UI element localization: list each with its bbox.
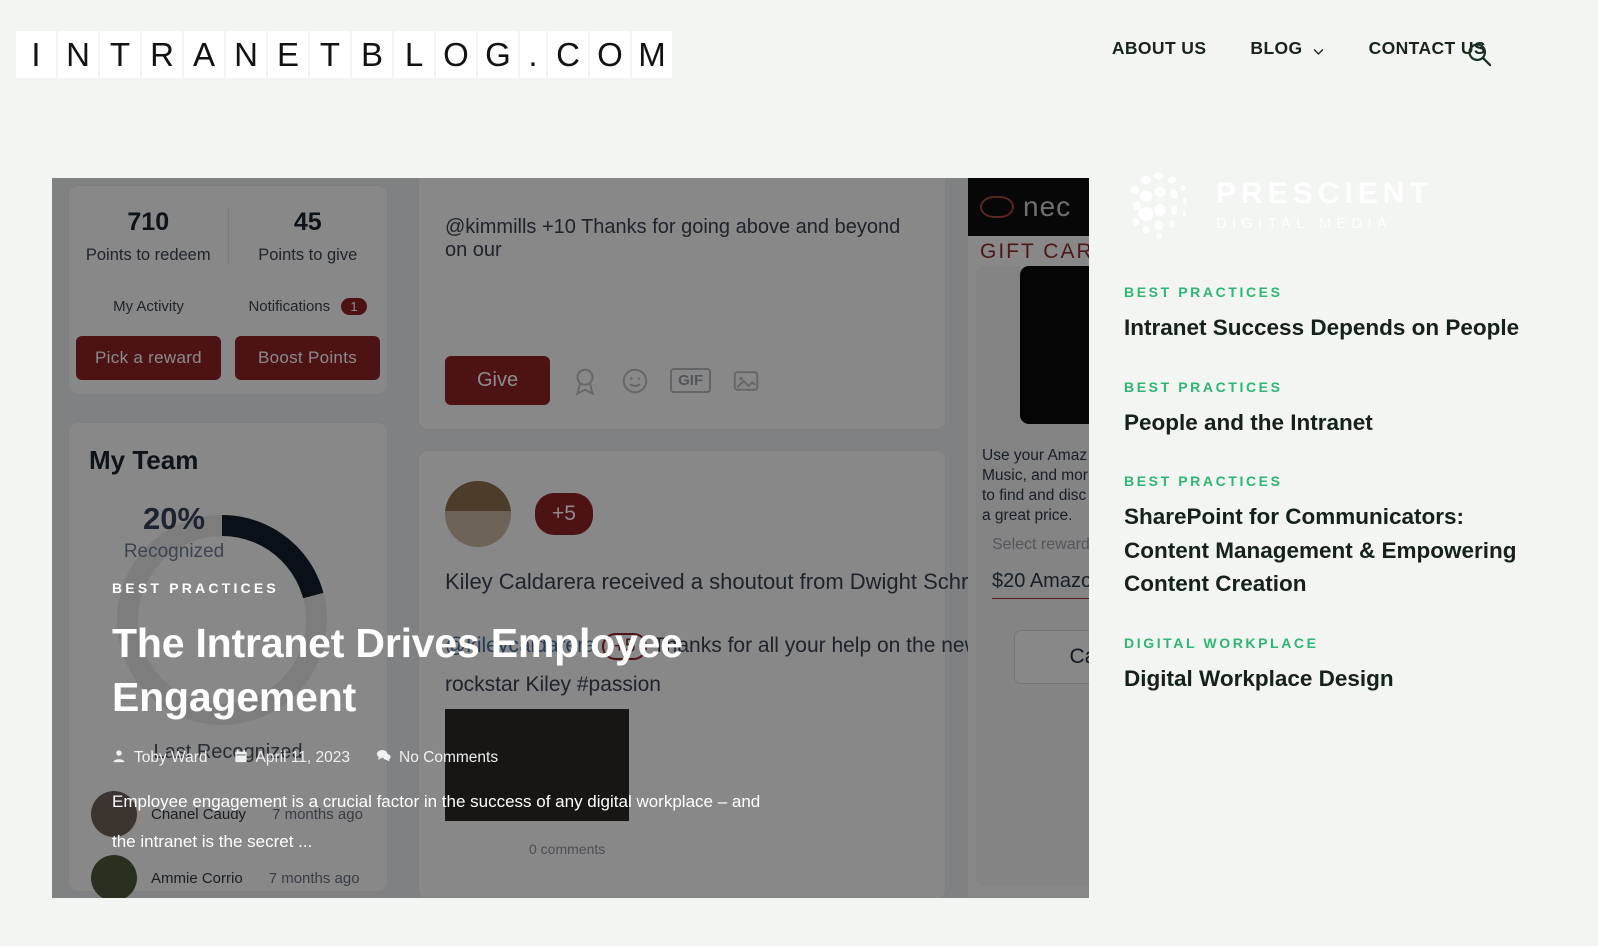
hero-post-title[interactable]: The Intranet Drives Employee Engagement [112,616,789,724]
hero-author[interactable]: Toby Ward [112,749,208,768]
hero-content: BEST PRACTICES The Intranet Drives Emplo… [112,580,789,862]
post-category-label[interactable]: DIGITAL WORKPLACE [1124,635,1524,651]
featured-post-hero[interactable]: 710 Points to redeem 45 Points to give M… [52,178,1089,898]
logo-letter: M [632,31,672,78]
logo-letter: L [394,31,434,78]
sidebar-post-item[interactable]: BEST PRACTICES People and the Intranet [1124,379,1524,440]
logo-letter: A [184,31,224,78]
hero-comments[interactable]: No Comments [376,748,498,768]
post-title-link[interactable]: Intranet Success Depends on People [1124,311,1524,345]
logo-letter: C [548,31,588,78]
calendar-icon [234,749,248,768]
site-logo[interactable]: INTRANETBLOG.COM [16,31,672,78]
logo-letter: N [226,31,266,78]
logo-letter: E [268,31,308,78]
logo-letter: T [100,31,140,78]
logo-letter: O [590,31,630,78]
logo-letter: B [352,31,392,78]
logo-letter: G [478,31,518,78]
brand-subtitle: DIGITAL MEDIA [1216,215,1393,232]
post-title-link[interactable]: Digital Workplace Design [1124,662,1524,696]
post-category-label[interactable]: BEST PRACTICES [1124,473,1524,489]
sidebar-post-item[interactable]: BEST PRACTICES SharePoint for Communicat… [1124,473,1524,601]
nav-label: BLOG [1250,38,1303,58]
logo-letter: I [16,31,56,78]
hero-post-meta: Toby Ward April 11, 2023 No Comments [112,748,789,768]
logo-letter: T [310,31,350,78]
post-title-link[interactable]: People and the Intranet [1124,406,1524,440]
search-icon[interactable] [1465,40,1493,68]
sidebar-post-item[interactable]: DIGITAL WORKPLACE Digital Workplace Desi… [1124,635,1524,696]
logo-letter: O [436,31,476,78]
date-text: April 11, 2023 [255,749,351,766]
comments-text: No Comments [399,749,499,766]
logo-letter: R [142,31,182,78]
brand-name: PRESCIENT [1216,176,1433,210]
hero-date: April 11, 2023 [234,749,351,768]
author-name: Toby Ward [134,749,208,766]
recognized-percent: 20% [142,501,206,536]
recognized-label: Recognized [123,541,225,562]
nav-item-about-us[interactable]: ABOUT US [1090,38,1229,59]
logo-letter: . [520,31,546,78]
nav-label: ABOUT US [1111,38,1207,58]
post-title-link[interactable]: SharePoint for Communicators: Content Ma… [1124,500,1524,601]
site-header: INTRANETBLOG.COM ABOUT US BLOG CONTACT U… [0,0,1598,110]
comments-icon [376,748,391,768]
hero-excerpt: Employee engagement is a crucial factor … [112,792,761,851]
post-category-label[interactable]: BEST PRACTICES [1124,284,1524,300]
prescient-digital-media-logo[interactable]: PRESCIENT DIGITAL MEDIA [1124,160,1524,250]
nav-item-blog[interactable]: BLOG [1228,38,1346,59]
main-navigation: ABOUT US BLOG CONTACT US [1090,38,1508,59]
dot-sphere-icon [1124,168,1198,242]
logo-letter: N [58,31,98,78]
hero-category-label[interactable]: BEST PRACTICES [112,580,789,596]
chevron-down-icon [1312,42,1325,55]
post-category-label[interactable]: BEST PRACTICES [1124,379,1524,395]
sidebar: PRESCIENT DIGITAL MEDIA BEST PRACTICES I… [1124,160,1524,695]
user-icon [112,749,126,768]
sidebar-post-item[interactable]: BEST PRACTICES Intranet Success Depends … [1124,284,1524,345]
